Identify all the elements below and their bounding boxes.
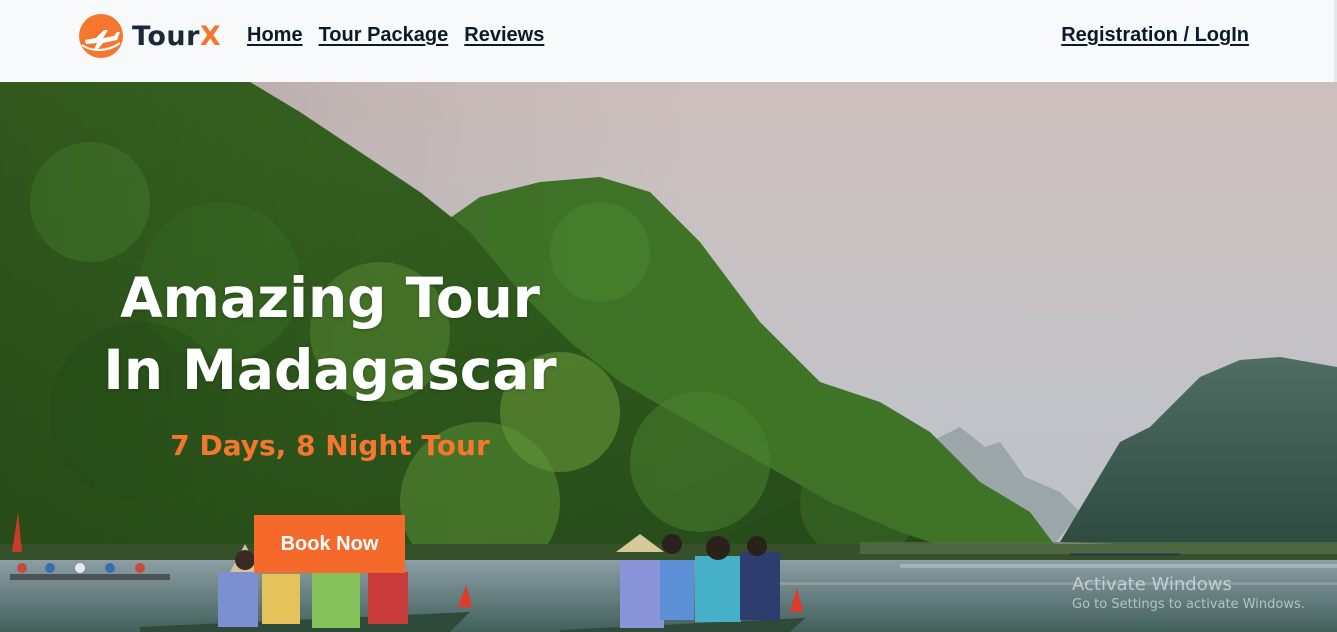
nav-reviews-link[interactable]: Reviews bbox=[464, 24, 544, 47]
nav-home-link[interactable]: Home bbox=[247, 24, 303, 47]
watermark-line-2: Go to Settings to activate Windows. bbox=[1072, 597, 1305, 612]
nav-tour-package-link[interactable]: Tour Package bbox=[319, 24, 449, 47]
top-navbar: TourX Home Tour Package Reviews Registra… bbox=[0, 0, 1337, 82]
hero-banner: Amazing Tour In Madagascar 7 Days, 8 Nig… bbox=[0, 82, 1337, 632]
hero-title-line-2: In Madagascar bbox=[103, 338, 557, 402]
watermark-line-1: Activate Windows bbox=[1072, 574, 1232, 595]
registration-login-link[interactable]: Registration / LogIn bbox=[1061, 24, 1249, 47]
brand-logo-link[interactable]: TourX bbox=[76, 13, 221, 59]
brand-name: TourX bbox=[132, 20, 222, 52]
book-now-button[interactable]: Book Now bbox=[254, 515, 405, 573]
main-nav: Home Tour Package Reviews bbox=[247, 24, 544, 47]
windows-activation-watermark: Activate Windows Go to Settings to activ… bbox=[1072, 574, 1305, 612]
hero-subtitle: 7 Days, 8 Night Tour bbox=[170, 429, 490, 462]
airplane-icon bbox=[79, 14, 123, 58]
hero-title: Amazing Tour In Madagascar bbox=[80, 262, 580, 406]
hero-title-line-1: Amazing Tour bbox=[120, 266, 540, 330]
